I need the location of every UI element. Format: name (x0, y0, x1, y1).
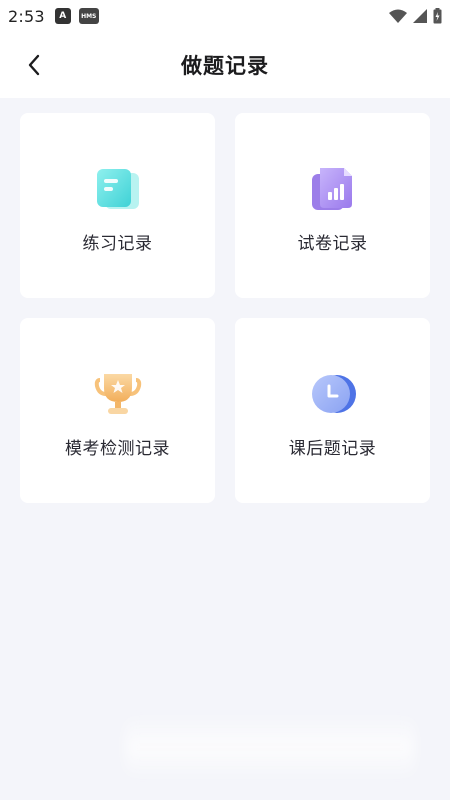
bottom-fade (125, 712, 415, 782)
chevron-left-icon (28, 54, 40, 76)
mock-test-record-card[interactable]: 模考检测记录 (20, 318, 215, 503)
exam-record-label: 试卷记录 (297, 234, 368, 254)
clock-icon (309, 370, 357, 418)
practice-doc-icon (94, 165, 142, 213)
practice-record-card[interactable]: 练习记录 (20, 113, 215, 298)
after-class-record-card[interactable]: 课后题记录 (235, 318, 430, 503)
app-notification-icon: A (54, 8, 71, 24)
exam-record-card[interactable]: 试卷记录 (235, 113, 430, 298)
practice-record-label: 练习记录 (82, 234, 153, 254)
back-button[interactable] (18, 49, 50, 81)
wifi-icon (389, 9, 407, 23)
header: 做题记录 (0, 32, 450, 98)
page-title: 做题记录 (181, 54, 269, 78)
battery-charging-icon (433, 8, 442, 24)
after-class-record-label: 课后题记录 (288, 439, 377, 459)
cellular-icon (413, 9, 427, 23)
exam-chart-icon (309, 165, 357, 213)
trophy-icon (94, 370, 142, 418)
hms-notification-icon: HMS (78, 8, 99, 24)
mock-test-record-label: 模考检测记录 (65, 439, 170, 459)
screen: 2:53 A HMS 做题记录 练习记录 试卷记录 模考检测记录 课后题记录 (0, 0, 450, 800)
status-bar: 2:53 A HMS (0, 0, 450, 32)
status-icons (389, 8, 442, 24)
status-time: 2:53 (8, 6, 45, 26)
record-grid: 练习记录 试卷记录 模考检测记录 课后题记录 (20, 113, 430, 503)
